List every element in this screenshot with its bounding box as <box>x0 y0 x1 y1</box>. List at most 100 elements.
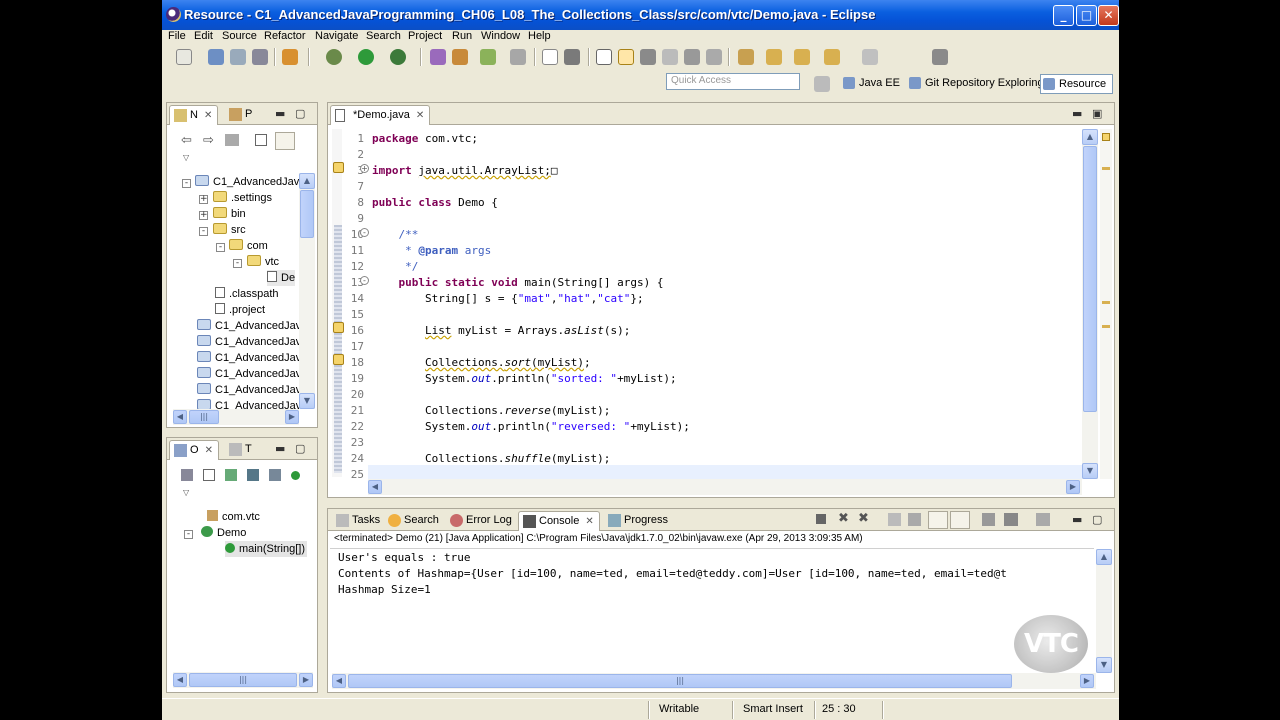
scroll-thumb[interactable]: ||| <box>189 410 219 424</box>
scroll-up-icon[interactable]: ▲ <box>1082 129 1098 145</box>
local-types-icon[interactable] <box>291 471 300 480</box>
scroll-thumb[interactable]: ||| <box>189 673 297 687</box>
console-output[interactable]: User's equals : true Contents of Hashmap… <box>330 548 1094 678</box>
new-icon[interactable] <box>176 49 192 65</box>
new-package-icon[interactable] <box>452 49 468 65</box>
tree-item-project[interactable]: C1_AdvancedJava <box>197 318 307 334</box>
tab-error-log[interactable]: Error Log <box>446 511 517 531</box>
display-console-icon[interactable] <box>1004 513 1018 526</box>
scroll-right-icon[interactable]: ▶ <box>285 410 299 424</box>
view-menu-icon[interactable]: ▽ <box>183 488 189 497</box>
code-line[interactable]: List myList = Arrays.asList(s); <box>372 323 630 339</box>
save-icon[interactable] <box>208 49 224 65</box>
code-line[interactable]: public class Demo { <box>372 195 498 211</box>
maximize-view-icon[interactable]: ▢ <box>295 442 305 455</box>
scroll-left-icon[interactable]: ◀ <box>332 674 346 688</box>
highlight-icon[interactable] <box>618 49 634 65</box>
forward-icon[interactable] <box>824 49 840 65</box>
expander-minus-icon[interactable]: - <box>199 227 208 236</box>
scroll-thumb[interactable]: ||| <box>348 674 1012 688</box>
expander-plus-icon[interactable]: + <box>199 211 208 220</box>
back-icon[interactable] <box>794 49 810 65</box>
new-java-project-icon[interactable] <box>430 49 446 65</box>
scroll-right-icon[interactable]: ▶ <box>1080 674 1094 688</box>
open-perspective-icon[interactable] <box>814 76 830 92</box>
tree-item-demo-java[interactable]: De <box>267 270 296 286</box>
tab-demo-java[interactable]: *Demo.java ✕ <box>330 105 431 125</box>
remove-all-terminated-icon[interactable]: ✖ <box>858 511 869 526</box>
maximize-view-icon[interactable]: ▢ <box>1092 513 1102 526</box>
scroll-up-icon[interactable]: ▲ <box>299 173 315 189</box>
toolbar-extra-icon[interactable] <box>932 49 948 65</box>
console-horizontal-scrollbar[interactable]: ◀ ||| ▶ <box>332 673 1096 689</box>
go-into-icon[interactable] <box>225 134 239 146</box>
print-icon[interactable] <box>252 49 268 65</box>
tab-console[interactable]: Console ✕ <box>518 511 600 531</box>
code-area[interactable]: 1 package com.vtc; 23 import java.util.Arra… <box>328 129 1088 479</box>
terminate-icon[interactable] <box>816 514 826 524</box>
warning-marker[interactable] <box>1102 167 1110 170</box>
console-vertical-scrollbar[interactable]: ▲ ▼ <box>1096 549 1112 673</box>
menu-file[interactable]: File <box>168 30 186 42</box>
block-selection-icon[interactable] <box>640 49 656 65</box>
outline-horizontal-scrollbar[interactable]: ◀ ||| ▶ <box>173 672 313 688</box>
expander-minus-icon[interactable]: - <box>233 259 242 268</box>
scroll-left-icon[interactable]: ◀ <box>173 673 187 687</box>
code-line[interactable]: import java.util.ArrayList;□ <box>372 163 557 179</box>
maximize-view-icon[interactable]: ▢ <box>295 107 305 120</box>
tree-item-project-file[interactable]: .project <box>215 302 265 318</box>
next-annotation-icon[interactable] <box>738 49 754 65</box>
tree-item-src[interactable]: src <box>213 222 246 238</box>
scroll-down-icon[interactable]: ▼ <box>1082 463 1098 479</box>
close-icon[interactable]: ✕ <box>205 445 213 456</box>
minimize-view-icon[interactable]: ▬ <box>275 107 285 120</box>
close-icon[interactable]: ✕ <box>416 110 424 121</box>
scroll-thumb[interactable] <box>300 190 314 238</box>
tree-item-project[interactable]: C1_AdvancedJava <box>197 382 307 398</box>
paragraph-icon[interactable] <box>684 49 700 65</box>
previous-annotation-icon[interactable] <box>766 49 782 65</box>
run-external-icon[interactable] <box>390 49 406 65</box>
clear-console-icon[interactable] <box>888 513 901 526</box>
tab-outline[interactable]: O ✕ <box>169 440 219 460</box>
expander-minus-icon[interactable]: - <box>182 179 191 188</box>
build-icon[interactable] <box>282 49 298 65</box>
code-line[interactable]: /** <box>372 227 419 243</box>
scroll-up-icon[interactable]: ▲ <box>1096 549 1112 565</box>
fold-collapse-icon[interactable]: - <box>360 228 369 237</box>
show-whitespace-icon[interactable] <box>662 49 678 65</box>
navigator-vertical-scrollbar[interactable]: ▲ ▼ <box>299 173 315 409</box>
scroll-left-icon[interactable]: ◀ <box>368 480 382 494</box>
tab-tasks[interactable]: Tasks <box>332 511 385 531</box>
minimize-view-icon[interactable]: ▬ <box>275 442 285 455</box>
perspective-git[interactable]: Git Repository Exploring <box>907 74 1044 94</box>
menu-search[interactable]: Search <box>366 30 401 42</box>
tab-navigator[interactable]: N ✕ <box>169 105 219 125</box>
hide-non-public-icon[interactable] <box>269 469 281 481</box>
outline-class[interactable]: Demo <box>201 525 246 541</box>
editor-vertical-scrollbar[interactable]: ▲ ▼ <box>1082 129 1098 479</box>
open-type-icon[interactable] <box>510 49 526 65</box>
close-icon[interactable]: ✕ <box>585 516 593 527</box>
code-line[interactable]: public static void main(String[] args) { <box>372 275 664 291</box>
warning-marker[interactable] <box>1102 325 1110 328</box>
code-line[interactable]: Collections.reverse(myList); <box>372 403 610 419</box>
menu-edit[interactable]: Edit <box>194 30 213 42</box>
view-menu-icon[interactable]: ▽ <box>183 153 189 162</box>
hide-fields-icon[interactable] <box>181 469 193 481</box>
hide-static-icon[interactable] <box>247 469 259 481</box>
tree-item-project[interactable]: C1_AdvancedJava <box>197 350 307 366</box>
menu-source[interactable]: Source <box>222 30 257 42</box>
menu-run[interactable]: Run <box>452 30 472 42</box>
menu-window[interactable]: Window <box>481 30 520 42</box>
menu-refactor[interactable]: Refactor <box>264 30 306 42</box>
tree-item-com[interactable]: com <box>229 238 268 254</box>
run-icon[interactable] <box>358 49 374 65</box>
perspective-java-ee[interactable]: Java EE <box>841 74 900 94</box>
minimize-button[interactable]: _ <box>1053 5 1074 26</box>
fold-collapse-icon[interactable]: - <box>360 276 369 285</box>
show-console-stdout-icon[interactable] <box>928 511 948 529</box>
remove-launch-icon[interactable]: ✖ <box>838 511 849 526</box>
tree-item-project[interactable]: C1_AdvancedJava <box>197 334 307 350</box>
tab-progress[interactable]: Progress <box>604 511 673 531</box>
